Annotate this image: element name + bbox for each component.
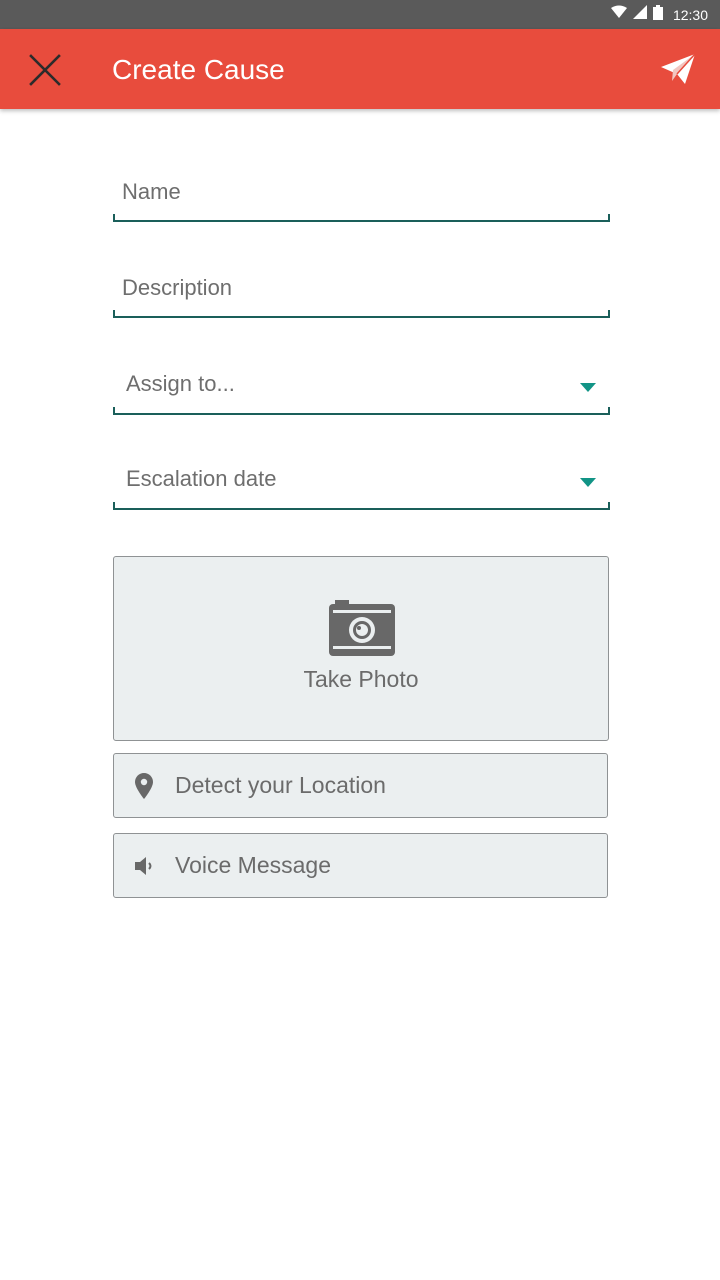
send-button[interactable] [656,47,700,91]
close-icon [29,54,61,86]
chevron-down-icon [580,383,596,392]
wifi-icon [610,5,627,24]
voice-message-label: Voice Message [175,852,331,878]
assign-to-dropdown[interactable]: Assign to... [113,359,610,415]
escalation-date-dropdown[interactable]: Escalation date [113,454,610,510]
voice-message-button[interactable]: Voice Message [113,833,608,898]
location-pin-icon [132,773,156,799]
name-underline [113,214,610,222]
detect-location-label: Detect your Location [175,772,386,798]
name-input[interactable] [113,166,610,218]
escalation-date-underline [113,502,610,510]
chevron-down-icon [580,478,596,487]
cell-signal-icon [632,5,647,24]
send-icon [661,54,695,84]
detect-location-button[interactable]: Detect your Location [113,753,608,818]
camera-icon [329,600,395,656]
page-title: Create Cause [112,54,285,85]
assign-to-underline [113,407,610,415]
description-input[interactable] [113,262,610,314]
escalation-date-label: Escalation date [126,466,277,491]
name-field [113,166,610,222]
status-bar: 12:30 [0,0,720,29]
status-icons: 12:30 [610,0,708,29]
battery-icon [652,4,663,25]
assign-to-label: Assign to... [126,371,235,396]
app-bar: Create Cause [0,29,720,109]
description-field [113,262,610,318]
close-button[interactable] [20,45,70,95]
status-time: 12:30 [672,6,708,23]
take-photo-label: Take Photo [303,666,419,692]
take-photo-button[interactable]: Take Photo [113,556,609,741]
description-underline [113,310,610,318]
speaker-icon [132,854,156,878]
